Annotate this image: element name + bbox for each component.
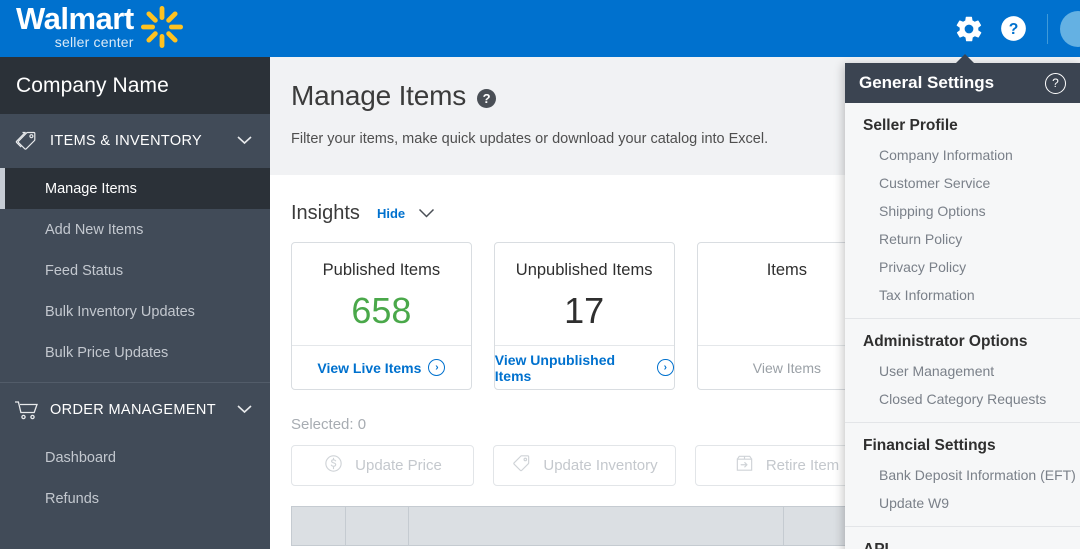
card-link-label: View Items [752, 359, 821, 376]
table-header-cell-image[interactable] [346, 506, 409, 546]
brand-subtitle: seller center [54, 34, 134, 50]
card-body: Published Items 658 [292, 243, 471, 345]
menu-item-update-w9[interactable]: Update W9 [845, 489, 1080, 517]
sidebar-item-manage-items[interactable]: Manage Items [0, 168, 270, 209]
card-title: Unpublished Items [515, 261, 653, 279]
insight-card[interactable]: Unpublished Items 17 View Unpublished It… [493, 242, 675, 390]
card-link-label: View Live Items [317, 359, 422, 376]
tag-icon [511, 453, 532, 478]
sidebar-item-dashboard[interactable]: Dashboard [0, 437, 270, 478]
sidebar-item-label: Dashboard [45, 449, 116, 466]
sidebar-item-label: Feed Status [45, 262, 124, 279]
sidebar-item-bulk-price-updates[interactable]: Bulk Price Updates [0, 332, 270, 373]
arrow-right-circle-icon: › [657, 359, 674, 376]
menu-item-closed-category-requests[interactable]: Closed Category Requests [845, 385, 1080, 413]
page-title-text: Manage Items [291, 80, 467, 111]
dropdown-section-administrator-options: Administrator Options User Management Cl… [845, 319, 1080, 423]
menu-item-company-information[interactable]: Company Information [845, 141, 1080, 169]
header-actions: ? [947, 0, 1080, 57]
sidebar-group-label: ITEMS & INVENTORY [50, 133, 203, 149]
walmart-spark-icon [140, 5, 184, 54]
insights-hide-link[interactable]: Hide [377, 206, 405, 221]
box-arrow-icon [734, 453, 755, 478]
menu-item-shipping-options[interactable]: Shipping Options [845, 197, 1080, 225]
sidebar-group-label: ORDER MANAGEMENT [50, 402, 216, 418]
menu-item-customer-service[interactable]: Customer Service [845, 169, 1080, 197]
section-title: API [845, 536, 1080, 549]
dropdown-section-seller-profile: Seller Profile Company Information Custo… [845, 103, 1080, 319]
app-root: Walmart seller center ? Company Name ITE… [0, 0, 1080, 549]
update-inventory-button[interactable]: Update Inventory [493, 445, 676, 486]
card-body: Unpublished Items 17 [495, 243, 674, 345]
dropdown-help-icon[interactable]: ? [1045, 72, 1066, 94]
table-header-cell-checkbox[interactable] [291, 506, 346, 546]
dropdown-section-api: API Consumer IDs & Secret Keys [845, 527, 1080, 549]
top-header-bar: Walmart seller center ? [0, 0, 1080, 57]
help-circle-icon[interactable]: ? [991, 0, 1035, 57]
sidebar-item-bulk-inventory-updates[interactable]: Bulk Inventory Updates [0, 291, 270, 332]
card-link-label: View Unpublished Items [494, 351, 616, 384]
section-title: Financial Settings [863, 437, 996, 454]
brand-text: Walmart seller center [16, 3, 134, 50]
update-inventory-label: Update Inventory [543, 457, 658, 474]
dropdown-title: General Settings [859, 73, 995, 92]
card-link[interactable]: View Live Items › [292, 345, 471, 389]
update-price-label: Update Price [355, 457, 442, 474]
card-link[interactable]: View Unpublished Items › [494, 345, 674, 389]
sidebar-item-refunds[interactable]: Refunds [0, 478, 270, 519]
svg-text:?: ? [1008, 21, 1018, 38]
sidebar-group-items-inventory[interactable]: ITEMS & INVENTORY [0, 114, 270, 168]
sidebar-item-label: Manage Items [45, 180, 137, 197]
gear-icon[interactable] [947, 0, 991, 57]
card-title: Published Items [322, 261, 441, 279]
avatar[interactable] [1060, 10, 1080, 47]
card-value: 658 [351, 290, 412, 331]
card-title: Items [766, 261, 808, 279]
sidebar-item-label: Bulk Price Updates [45, 344, 169, 361]
walmart-seller-center-logo[interactable]: Walmart seller center [16, 3, 184, 54]
arrow-right-circle-icon: › [428, 359, 446, 376]
sidebar-group-order-management[interactable]: ORDER MANAGEMENT [0, 383, 270, 437]
chevron-down-icon[interactable] [418, 205, 435, 223]
chevron-down-icon[interactable] [237, 401, 252, 419]
menu-item-user-management[interactable]: User Management [845, 357, 1080, 385]
menu-item-bank-deposit-information[interactable]: Bank Deposit Information (EFT) [845, 461, 1080, 489]
sidebar-item-label: Refunds [45, 490, 100, 507]
insight-card[interactable]: Published Items 658 View Live Items › [291, 242, 472, 390]
tag-icon [14, 130, 46, 152]
sidebar-item-add-new-items[interactable]: Add New Items [0, 209, 270, 250]
page-title-help-icon[interactable]: ? [477, 88, 497, 108]
sidebar-item-label: Add New Items [45, 221, 144, 238]
dropdown-section-financial-settings: Financial Settings Bank Deposit Informat… [845, 423, 1080, 527]
dollar-circle-icon [323, 453, 344, 478]
menu-item-tax-information[interactable]: Tax Information [845, 281, 1080, 309]
update-price-button[interactable]: Update Price [291, 445, 474, 486]
retire-item-label: Retire Item [765, 457, 840, 474]
menu-item-return-policy[interactable]: Return Policy [845, 225, 1080, 253]
general-settings-dropdown: General Settings ? Seller Profile Compan… [845, 54, 1080, 549]
sidebar: Company Name ITEMS & INVENTORY Manage It… [0, 57, 270, 549]
table-header-cell-name[interactable] [409, 506, 784, 546]
sidebar-item-feed-status[interactable]: Feed Status [0, 250, 270, 291]
brand-name: Walmart [16, 1, 134, 36]
dropdown-pointer-arrow [955, 54, 975, 64]
section-title: Administrator Options [863, 333, 1028, 350]
insights-label: Insights [291, 202, 360, 224]
company-name: Company Name [0, 57, 270, 114]
section-title: Seller Profile [863, 117, 958, 134]
chevron-down-icon[interactable] [237, 132, 252, 150]
header-divider [1047, 13, 1048, 44]
dropdown-header: General Settings ? [845, 63, 1080, 103]
menu-item-privacy-policy[interactable]: Privacy Policy [845, 253, 1080, 281]
shopping-cart-icon [14, 399, 46, 421]
sidebar-item-label: Bulk Inventory Updates [45, 303, 195, 320]
card-value: 17 [564, 290, 605, 331]
